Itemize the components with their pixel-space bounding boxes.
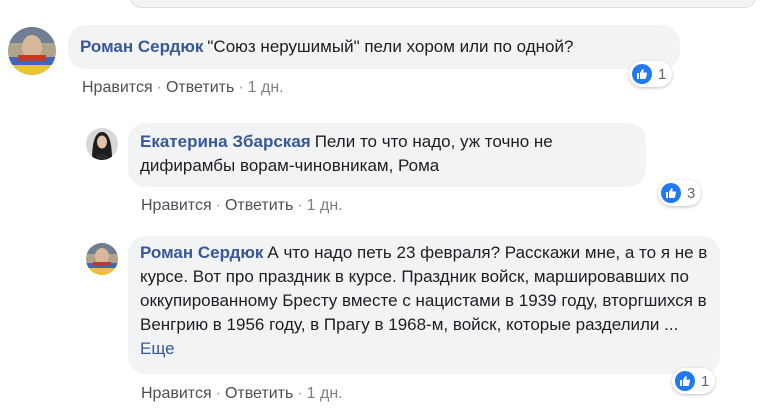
reply-bubble: Роман Сердюк А что надо петь 23 февраля? …: [128, 236, 720, 374]
avatar-flag-photo-icon: [8, 27, 56, 75]
avatar-flag-photo-icon: [86, 243, 118, 275]
like-icon: [632, 64, 652, 84]
avatar[interactable]: [86, 128, 118, 160]
comment-actions: Нравится · Ответить · 1 дн.: [141, 385, 343, 403]
reply-link[interactable]: Ответить: [225, 385, 293, 402]
avatar-woman-photo-icon: [86, 128, 118, 160]
comment-actions: Нравится · Ответить · 1 дн.: [141, 197, 343, 215]
separator-dot: ·: [215, 197, 221, 214]
reply-bubble: Екатерина Збарская Пели то что надо, уж т…: [128, 123, 646, 187]
reaction-badge[interactable]: 1: [672, 368, 716, 394]
separator-dot: ·: [297, 197, 303, 214]
comment-author[interactable]: Роман Сердюк: [80, 37, 203, 56]
like-icon: [675, 371, 695, 391]
comment-actions: Нравится · Ответить · 1 дн.: [82, 79, 284, 97]
like-link[interactable]: Нравится: [141, 197, 212, 214]
comment-bubble: Роман Сердюк "Союз нерушимый" пели хором …: [68, 25, 680, 69]
separator-dot: ·: [297, 385, 303, 402]
reaction-count: 1: [701, 372, 710, 390]
comment-timestamp[interactable]: 1 дн.: [248, 79, 284, 96]
avatar[interactable]: [86, 243, 118, 275]
reply-link[interactable]: Ответить: [166, 79, 234, 96]
comment-text: "Союз нерушимый" пели хором или по одной…: [207, 37, 574, 56]
comment-author[interactable]: Роман Сердюк: [140, 243, 263, 262]
reaction-badge[interactable]: 3: [658, 180, 702, 206]
like-link[interactable]: Нравится: [82, 79, 153, 96]
comment-timestamp[interactable]: 1 дн.: [307, 385, 343, 402]
previous-comment-bubble-edge: [130, 0, 756, 8]
comment-author[interactable]: Екатерина Збарская: [140, 132, 311, 151]
reaction-count: 3: [687, 184, 696, 202]
separator-dot: ·: [156, 79, 162, 96]
reply-link[interactable]: Ответить: [225, 197, 293, 214]
like-icon: [661, 183, 681, 203]
see-more-link[interactable]: Еще: [140, 339, 175, 358]
separator-dot: ·: [238, 79, 244, 96]
comment-timestamp[interactable]: 1 дн.: [307, 197, 343, 214]
avatar[interactable]: [8, 27, 56, 75]
separator-dot: ·: [215, 385, 221, 402]
like-link[interactable]: Нравится: [141, 385, 212, 402]
reaction-badge[interactable]: 1: [629, 61, 673, 87]
reaction-count: 1: [658, 65, 667, 83]
